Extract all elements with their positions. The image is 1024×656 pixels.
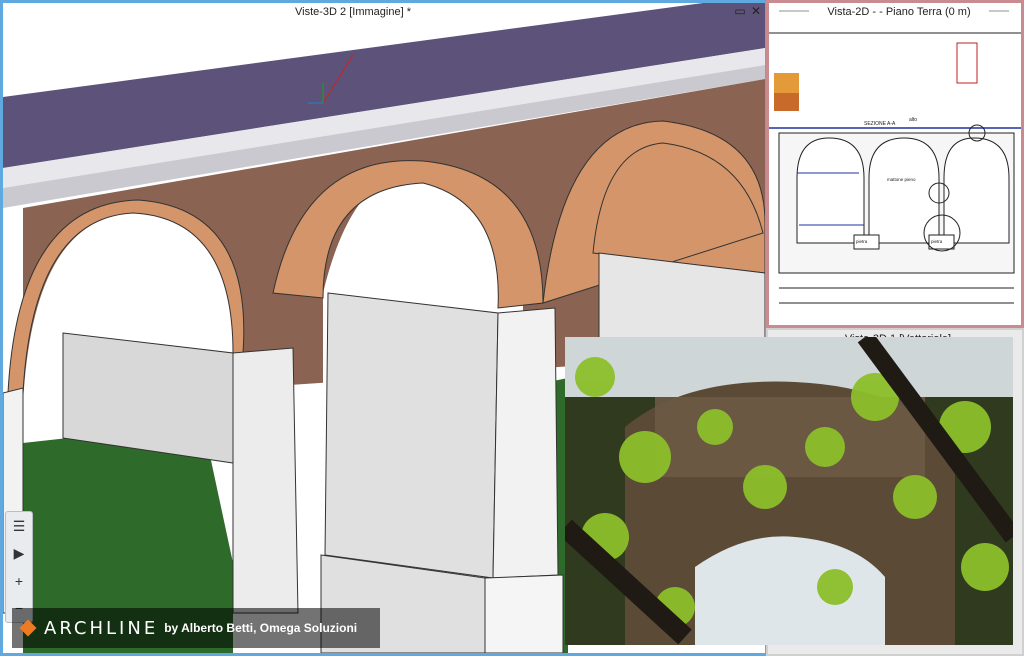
logo-diamond-icon: [19, 619, 37, 637]
pier-middle: [324, 292, 499, 579]
zoom-in-icon[interactable]: +: [15, 573, 23, 589]
section-drawing: SEZIONE A-A alto mattone pieno pietra pi…: [769, 10, 1021, 304]
window-title: Vista-2D - - Piano Terra (0 m): [809, 3, 989, 21]
list-icon[interactable]: ☰: [13, 518, 26, 534]
brand-watermark: ARCHLINE by Alberto Betti, Omega Soluzio…: [12, 608, 380, 648]
photo-image: [565, 337, 1013, 645]
navigation-toolbox: ☰ ▶ + −: [5, 511, 33, 623]
material-label: mattone pieno: [887, 177, 916, 182]
brand-byline: by Alberto Betti, Omega Soluzioni: [164, 621, 358, 635]
alt-label: alto: [909, 117, 917, 123]
section-label: SEZIONE A-A: [864, 121, 896, 127]
close-button[interactable]: ✕: [749, 4, 763, 18]
play-icon[interactable]: ▶: [14, 545, 25, 561]
pier-label: pietra: [856, 239, 868, 244]
viewport-2d[interactable]: SEZIONE A-A alto mattone pieno pietra pi…: [766, 0, 1024, 328]
brand-logo: ARCHLINE: [44, 617, 159, 639]
restore-button[interactable]: ▭: [733, 4, 747, 18]
pier-label-2: pietra: [931, 239, 943, 244]
window-title: Viste-3D 2 [Immagine] *: [233, 3, 473, 21]
reference-photo: [565, 337, 1013, 645]
